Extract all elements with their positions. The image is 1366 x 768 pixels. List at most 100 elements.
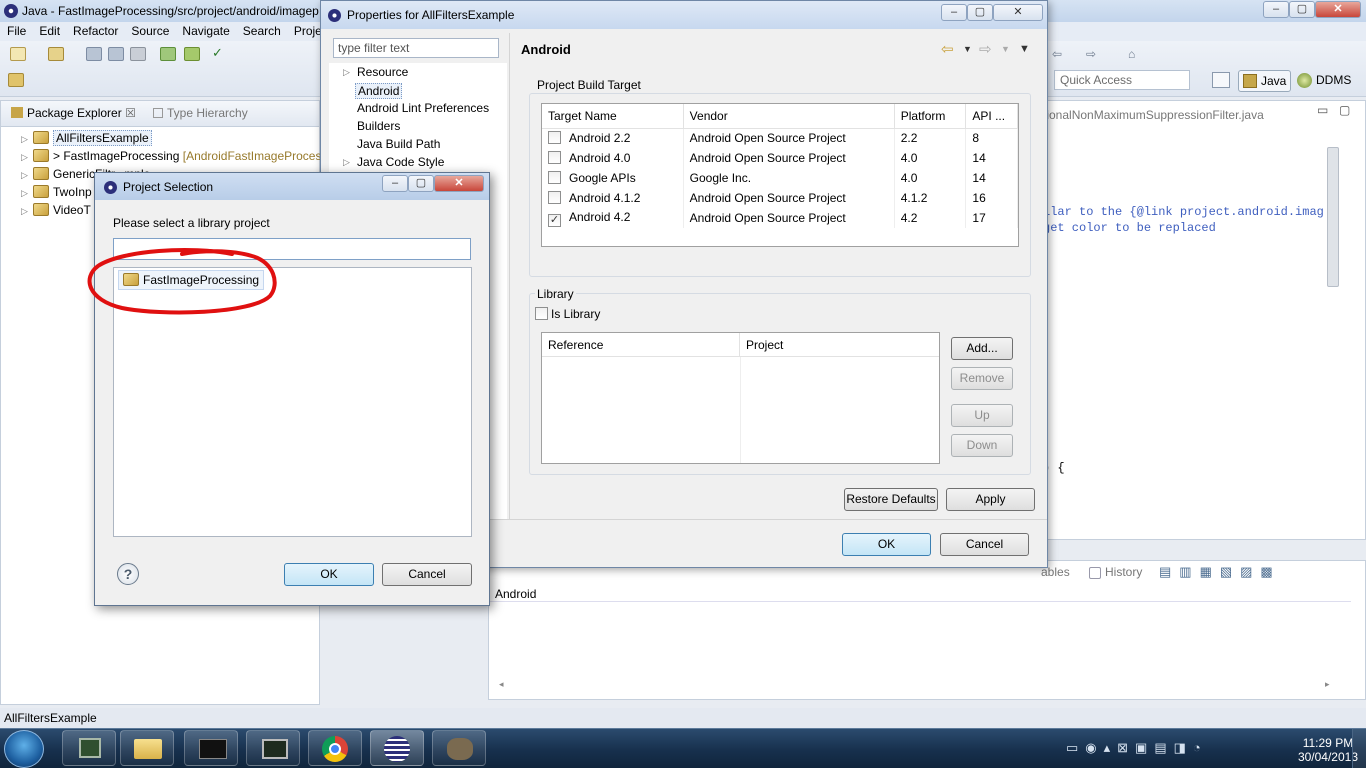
nav-item-java-code-style[interactable]: Java Code Style xyxy=(357,155,444,169)
quick-access-input[interactable]: Quick Access xyxy=(1054,70,1190,90)
minimize-view-icon[interactable]: ▭ xyxy=(1317,103,1328,117)
expand-arrow-icon[interactable]: ▷ xyxy=(21,152,31,163)
target-checkbox[interactable] xyxy=(548,191,561,204)
table-row[interactable]: Android 4.1.2 Android Open Source Project… xyxy=(542,188,1018,208)
open-type-icon[interactable] xyxy=(8,73,24,87)
remove-button[interactable]: Remove xyxy=(951,367,1013,390)
forward-arrow-icon[interactable]: ⇨ xyxy=(979,40,992,58)
maximize-view-icon[interactable]: ▢ xyxy=(1339,103,1350,117)
chevron-down-icon[interactable]: ▼ xyxy=(1001,44,1010,54)
column-vendor[interactable]: Vendor xyxy=(683,104,895,129)
target-checkbox[interactable] xyxy=(548,171,561,184)
properties-close-button[interactable]: ✕ xyxy=(993,4,1043,21)
new-package-icon[interactable] xyxy=(48,47,64,61)
chevron-down-icon[interactable]: ▼ xyxy=(963,44,972,54)
save-icon[interactable] xyxy=(86,47,102,61)
is-library-checkbox[interactable]: Is Library xyxy=(535,307,600,321)
apply-button[interactable]: Apply xyxy=(946,488,1035,511)
ide-minimize-button[interactable]: – xyxy=(1263,1,1289,18)
tree-item[interactable]: ▷ VideoT xyxy=(21,203,91,217)
menu-search[interactable]: Search xyxy=(236,22,287,38)
table-row[interactable]: ✓ Android 4.2 Android Open Source Project 4… xyxy=(542,208,1018,228)
ide-maximize-button[interactable]: ▢ xyxy=(1289,1,1315,18)
properties-minimize-button[interactable]: – xyxy=(941,4,967,21)
nav-item-android-lint[interactable]: Android Lint Preferences xyxy=(357,101,489,115)
column-api[interactable]: API ... xyxy=(965,104,1018,129)
up-button[interactable]: Up xyxy=(951,404,1013,427)
show-desktop-button[interactable] xyxy=(1352,729,1366,768)
print-icon[interactable] xyxy=(130,47,146,61)
nav-item-builders[interactable]: Builders xyxy=(357,119,400,133)
target-checkbox[interactable] xyxy=(548,151,561,164)
download-icon[interactable] xyxy=(160,47,176,61)
expand-arrow-icon[interactable]: ▷ xyxy=(21,188,31,199)
table-row[interactable]: Android 2.2 Android Open Source Project 2.… xyxy=(542,128,1018,148)
ide-close-button[interactable]: ✕ xyxy=(1315,1,1361,18)
taskbar-app-gimp[interactable] xyxy=(432,730,486,766)
close-icon[interactable]: ☒ xyxy=(125,106,136,120)
ddms-perspective-button[interactable]: DDMS xyxy=(1294,70,1355,92)
menu-refactor[interactable]: Refactor xyxy=(66,22,124,38)
target-checkbox[interactable] xyxy=(548,131,561,145)
column-reference[interactable]: Reference xyxy=(542,333,740,357)
menu-navigate[interactable]: Navigate xyxy=(175,22,235,38)
tab-history[interactable]: History xyxy=(1105,565,1142,579)
scroll-right-icon[interactable]: ▸ xyxy=(1325,679,1330,690)
expand-arrow-icon[interactable]: ▷ xyxy=(21,170,31,181)
add-button[interactable]: Add... xyxy=(951,337,1013,360)
save-all-icon[interactable] xyxy=(108,47,124,61)
properties-maximize-button[interactable]: ▢ xyxy=(967,4,993,21)
menu-file[interactable]: File xyxy=(0,22,32,38)
taskbar-app-monitor[interactable] xyxy=(62,730,116,766)
tree-item[interactable]: ▷ TwoInp xyxy=(21,185,92,199)
ok-button[interactable]: OK xyxy=(842,533,931,556)
nav-item-java-build-path[interactable]: Java Build Path xyxy=(357,137,440,151)
tree-item[interactable]: ▷ > FastImageProcessing [AndroidFastImage… xyxy=(21,149,321,163)
new-icon[interactable] xyxy=(10,47,26,61)
tab-type-hierarchy[interactable]: Type Hierarchy xyxy=(153,106,248,120)
column-target-name[interactable]: Target Name xyxy=(542,104,684,129)
expand-arrow-icon[interactable]: ▷ xyxy=(21,206,31,217)
restore-defaults-button[interactable]: Restore Defaults xyxy=(844,488,938,511)
project-selection-minimize-button[interactable]: – xyxy=(382,175,408,192)
scroll-left-icon[interactable]: ◂ xyxy=(499,679,504,690)
forward-arrow-icon[interactable]: ⇨ xyxy=(1086,47,1102,61)
tray-icons[interactable]: ▭◉▴⊠▣▤◨◔ xyxy=(1066,740,1208,756)
menu-source[interactable]: Source xyxy=(124,22,175,38)
taskbar-app-console[interactable] xyxy=(246,730,300,766)
start-button[interactable] xyxy=(4,730,44,768)
clock[interactable]: 11:29 PM 30/04/2013 xyxy=(1298,736,1358,764)
taskbar-app-chrome[interactable] xyxy=(308,730,362,766)
help-icon[interactable]: ? xyxy=(117,563,139,585)
table-row[interactable]: Android 4.0 Android Open Source Project 4.… xyxy=(542,148,1018,168)
tree-item[interactable]: ▷ AllFiltersExample xyxy=(21,130,152,146)
nav-item-android[interactable]: Android xyxy=(355,83,403,99)
tab-editor-file[interactable]: tionalNonMaximumSuppressionFilter.java xyxy=(1043,108,1264,122)
target-checkbox-checked[interactable]: ✓ xyxy=(548,213,561,227)
menu-edit[interactable]: Edit xyxy=(32,22,66,38)
cancel-button[interactable]: Cancel xyxy=(382,563,472,586)
expand-arrow-icon[interactable]: ▷ xyxy=(343,67,350,78)
android-sdk-icon[interactable] xyxy=(184,47,200,61)
cancel-button[interactable]: Cancel xyxy=(940,533,1029,556)
project-selection-close-button[interactable]: ✕ xyxy=(434,175,484,192)
table-row[interactable]: Google APIs Google Inc. 4.0 14 xyxy=(542,168,1018,188)
column-project[interactable]: Project xyxy=(740,333,939,357)
nav-item-resource[interactable]: Resource xyxy=(357,65,408,79)
ok-button[interactable]: OK xyxy=(284,563,374,586)
project-selection-maximize-button[interactable]: ▢ xyxy=(408,175,434,192)
taskbar-app-explorer[interactable] xyxy=(120,730,174,766)
filter-input[interactable]: type filter text xyxy=(333,38,499,58)
open-perspective-icon[interactable] xyxy=(1212,72,1230,88)
check-icon[interactable]: ✓ xyxy=(212,46,228,61)
expand-arrow-icon[interactable]: ▷ xyxy=(343,157,350,168)
pin-icon[interactable]: ⌂ xyxy=(1128,47,1144,61)
view-menu-icon[interactable]: ▼ xyxy=(1019,43,1030,55)
taskbar-app-terminal[interactable] xyxy=(184,730,238,766)
taskbar-app-eclipse[interactable] xyxy=(370,730,424,766)
editor-scrollbar[interactable] xyxy=(1327,147,1339,287)
down-button[interactable]: Down xyxy=(951,434,1013,457)
column-platform[interactable]: Platform xyxy=(894,104,967,129)
back-arrow-icon[interactable]: ⇦ xyxy=(1052,47,1068,61)
tab-package-explorer[interactable]: Package Explorer ☒ xyxy=(11,106,136,120)
